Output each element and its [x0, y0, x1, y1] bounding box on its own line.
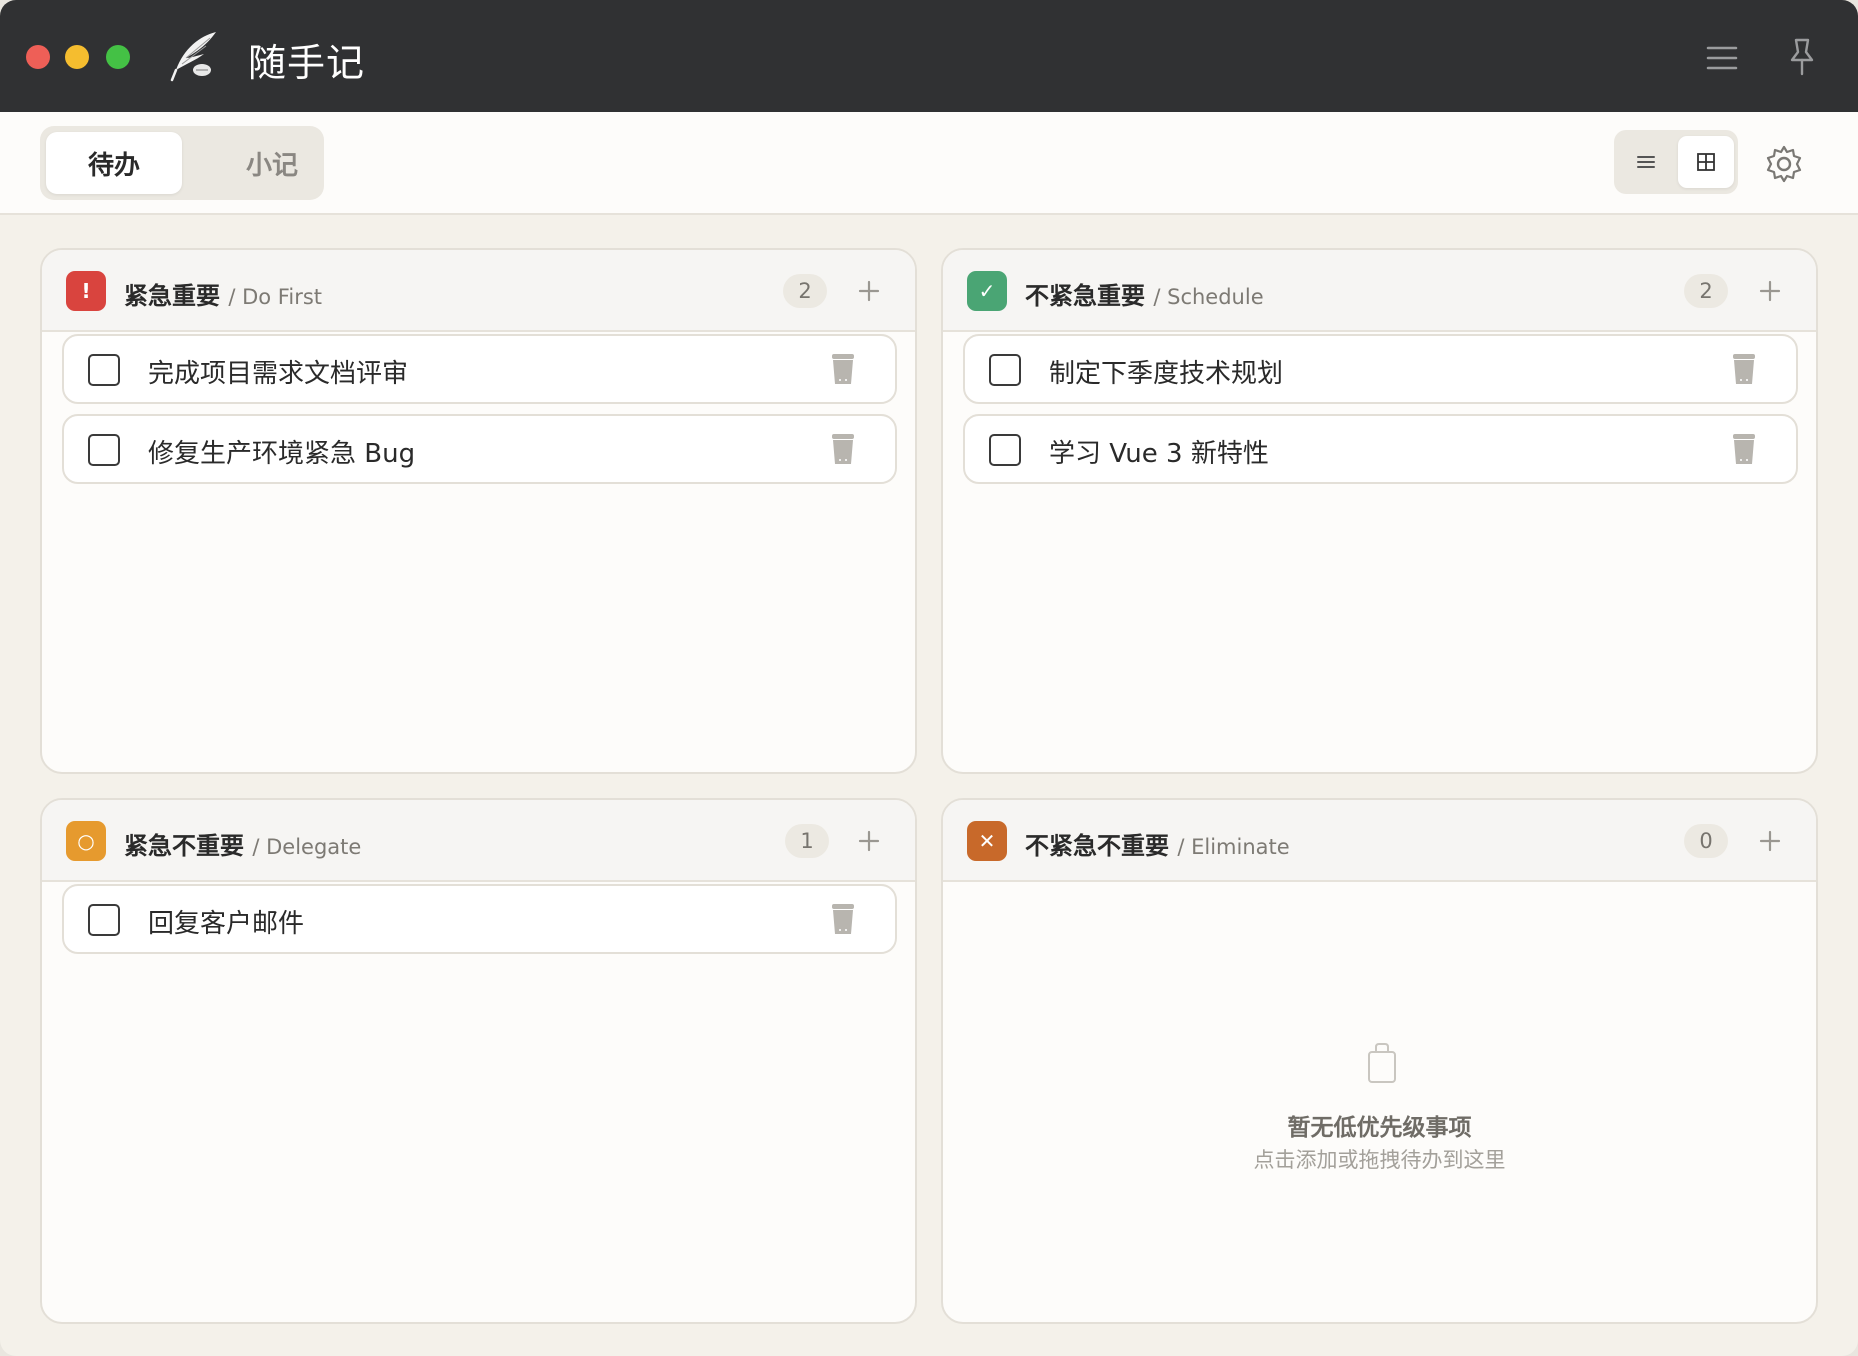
- task-item[interactable]: 回复客户邮件: [62, 884, 897, 954]
- tab-todo[interactable]: 待办: [46, 132, 182, 194]
- trash-icon[interactable]: [1729, 432, 1759, 466]
- quadrant-eliminate: ✕ 不紧急不重要 / Eliminate 0 暂无低优先级事项 点击添加或拖拽待…: [941, 798, 1818, 1324]
- task-text: 回复客户邮件: [148, 909, 305, 939]
- task-checkbox[interactable]: [88, 904, 120, 936]
- view-toggle: [1614, 130, 1738, 194]
- grid-view-icon: [1697, 153, 1715, 171]
- quadrant-header: ! 紧急重要 / Do First 2: [42, 250, 915, 332]
- list-view-button[interactable]: [1618, 136, 1674, 188]
- add-task-button[interactable]: [850, 822, 888, 860]
- urgent-important-badge-icon: !: [66, 271, 106, 311]
- task-checkbox[interactable]: [88, 434, 120, 466]
- quadrant-do-first: ! 紧急重要 / Do First 2 完成项目需求文档评审 修复生产环境紧急 …: [40, 248, 917, 774]
- quadrant-title: 紧急重要 / Do First: [124, 276, 322, 311]
- add-task-button[interactable]: [1751, 272, 1789, 310]
- task-item[interactable]: 修复生产环境紧急 Bug: [62, 414, 897, 484]
- app-window: 随手记 待办 小记 ! 紧急重要 / Do First 2 完成项目需求文档评审…: [0, 0, 1858, 1356]
- empty-state: 暂无低优先级事项 点击添加或拖拽待办到这里: [943, 882, 1816, 1322]
- urgent-circle-badge-icon: ○: [66, 821, 106, 861]
- quadrant-title: 不紧急不重要 / Eliminate: [1025, 826, 1290, 861]
- trash-icon[interactable]: [828, 432, 858, 466]
- task-count-badge: 2: [783, 274, 827, 308]
- quadrant-schedule: ✓ 不紧急重要 / Schedule 2 制定下季度技术规划 学习 Vue 3 …: [941, 248, 1818, 774]
- feather-logo-icon: [170, 32, 216, 82]
- important-check-badge-icon: ✓: [967, 271, 1007, 311]
- plus-icon: [858, 280, 880, 302]
- quadrant-title-text: 不紧急重要: [1025, 282, 1145, 310]
- badge-glyph: !: [81, 279, 91, 303]
- quadrant-title-text: 不紧急不重要: [1025, 832, 1169, 860]
- close-window-button[interactable]: [26, 45, 50, 69]
- eliminate-x-badge-icon: ✕: [967, 821, 1007, 861]
- badge-glyph: ✓: [978, 279, 996, 303]
- quadrant-subtitle: / Schedule: [1153, 285, 1264, 309]
- quadrant-title: 不紧急重要 / Schedule: [1025, 276, 1264, 311]
- grid-view-button[interactable]: [1678, 136, 1734, 188]
- task-checkbox[interactable]: [989, 434, 1021, 466]
- task-text: 修复生产环境紧急 Bug: [148, 439, 416, 469]
- quadrant-title: 紧急不重要 / Delegate: [124, 826, 361, 861]
- quadrant-subtitle: / Eliminate: [1177, 835, 1290, 859]
- pin-icon[interactable]: [1782, 34, 1822, 78]
- trash-icon[interactable]: [828, 352, 858, 386]
- task-checkbox[interactable]: [989, 354, 1021, 386]
- badge-glyph: ○: [77, 829, 95, 853]
- quadrant-title-text: 紧急不重要: [124, 832, 244, 860]
- title-bar: 随手记: [0, 0, 1858, 112]
- plus-icon: [858, 830, 880, 852]
- empty-bin-icon: [1368, 1043, 1396, 1083]
- add-task-button[interactable]: [1751, 822, 1789, 860]
- task-text: 完成项目需求文档评审: [148, 359, 409, 389]
- empty-state-title: 暂无低优先级事项: [1287, 1115, 1472, 1141]
- toolbar: 待办 小记: [0, 112, 1858, 215]
- task-checkbox[interactable]: [88, 354, 120, 386]
- plus-icon: [1759, 830, 1781, 852]
- mode-segmented-control: 待办 小记: [40, 126, 324, 200]
- quadrant-header: ✓ 不紧急重要 / Schedule 2: [943, 250, 1816, 332]
- task-item[interactable]: 制定下季度技术规划: [963, 334, 1798, 404]
- quadrant-subtitle: / Do First: [228, 285, 322, 309]
- trash-icon[interactable]: [828, 902, 858, 936]
- quadrant-title-text: 紧急重要: [124, 282, 220, 310]
- task-item[interactable]: 学习 Vue 3 新特性: [963, 414, 1798, 484]
- badge-glyph: ✕: [978, 829, 996, 853]
- app-title: 随手记: [248, 41, 366, 85]
- minimize-window-button[interactable]: [65, 45, 89, 69]
- quadrant-header: ✕ 不紧急不重要 / Eliminate 0: [943, 800, 1816, 882]
- task-count-badge: 1: [785, 824, 829, 858]
- list-view-icon: [1637, 156, 1655, 168]
- trash-icon[interactable]: [1729, 352, 1759, 386]
- add-task-button[interactable]: [850, 272, 888, 310]
- maximize-window-button[interactable]: [106, 45, 130, 69]
- quadrant-subtitle: / Delegate: [252, 835, 362, 859]
- plus-icon: [1759, 280, 1781, 302]
- empty-state-subtitle: 点击添加或拖拽待办到这里: [1253, 1148, 1506, 1172]
- task-count-badge: 2: [1684, 274, 1728, 308]
- tab-notes[interactable]: 小记: [224, 132, 320, 194]
- task-item[interactable]: 完成项目需求文档评审: [62, 334, 897, 404]
- task-text: 制定下季度技术规划: [1049, 359, 1284, 389]
- quadrant-header: ○ 紧急不重要 / Delegate 1: [42, 800, 915, 882]
- task-text: 学习 Vue 3 新特性: [1049, 439, 1269, 469]
- quadrant-delegate: ○ 紧急不重要 / Delegate 1 回复客户邮件: [40, 798, 917, 1324]
- gear-icon[interactable]: [1764, 144, 1804, 184]
- menu-icon[interactable]: [1702, 38, 1742, 78]
- task-count-badge: 0: [1684, 824, 1728, 858]
